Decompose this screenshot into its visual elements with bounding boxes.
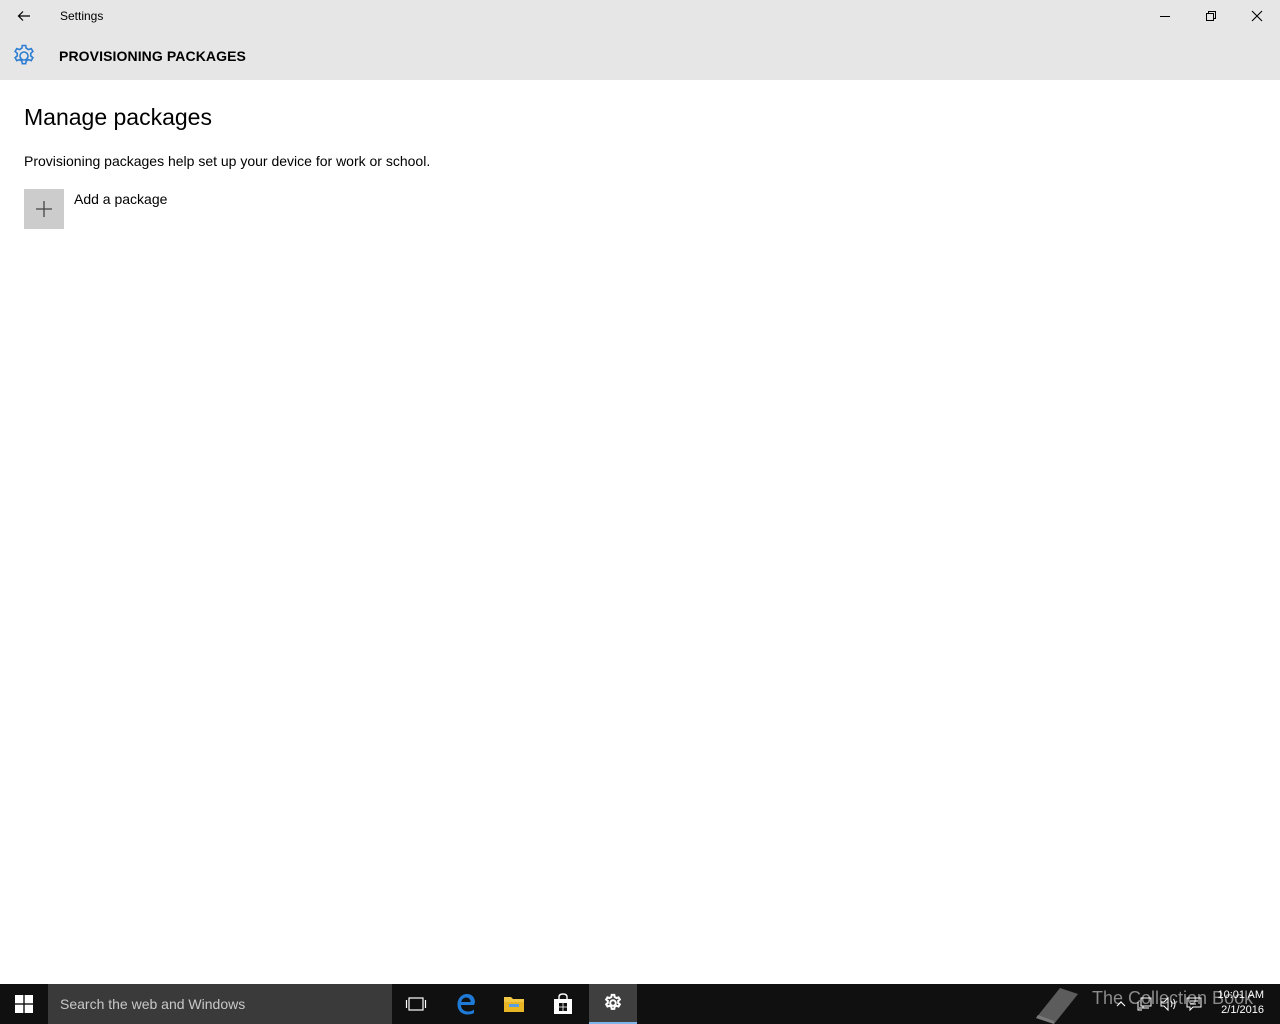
add-package-label: Add a package (74, 191, 168, 207)
file-explorer-button[interactable] (490, 984, 538, 1024)
close-icon (1251, 10, 1263, 22)
page-header: PROVISIONING PACKAGES (0, 32, 1280, 80)
network-icon (1137, 997, 1152, 1011)
show-hidden-icons-button[interactable] (1111, 994, 1131, 1014)
page-description: Provisioning packages help set up your d… (24, 153, 431, 169)
volume-button[interactable] (1159, 994, 1179, 1014)
settings-gear-icon (604, 993, 622, 1010)
clock-time: 10:01 AM (1217, 989, 1264, 1001)
book-watermark-icon (1036, 988, 1078, 1024)
restore-button[interactable] (1188, 0, 1234, 32)
store-icon (554, 993, 572, 1014)
back-arrow-icon (17, 11, 30, 21)
gear-icon (14, 44, 34, 65)
windows-logo-icon (15, 995, 33, 1013)
chevron-up-icon (1116, 1001, 1126, 1007)
volume-icon (1160, 996, 1176, 1012)
settings-window: Settings PROVISIONING PACKAGES Manage pa… (0, 0, 1280, 984)
clock-date: 2/1/2016 (1221, 1004, 1264, 1016)
plus-icon (36, 201, 52, 217)
edge-button[interactable] (442, 984, 490, 1024)
task-view-button[interactable] (392, 984, 440, 1024)
network-button[interactable] (1135, 994, 1155, 1014)
start-button[interactable] (0, 984, 48, 1024)
action-center-button[interactable] (1184, 994, 1204, 1014)
minimize-icon (1160, 16, 1170, 17)
title-bar: Settings (0, 0, 1280, 32)
minimize-button[interactable] (1142, 0, 1188, 32)
add-package-button[interactable]: Add a package (24, 189, 167, 229)
store-button[interactable] (539, 984, 587, 1024)
taskbar: Search the web and Windows The Collectio… (0, 984, 1280, 1024)
page-category-title: PROVISIONING PACKAGES (59, 48, 246, 64)
file-explorer-icon (504, 997, 524, 1012)
add-package-tile[interactable] (24, 189, 64, 229)
action-center-icon (1186, 997, 1202, 1012)
window-title: Settings (60, 9, 104, 23)
back-button[interactable] (0, 0, 48, 32)
edge-icon (457, 994, 475, 1015)
taskbar-clock[interactable]: 10:01 AM 2/1/2016 (1218, 988, 1264, 1018)
taskbar-search-box[interactable]: Search the web and Windows (48, 984, 392, 1024)
settings-taskbar-button[interactable] (589, 984, 637, 1024)
page-title: Manage packages (24, 104, 212, 130)
restore-icon (1206, 11, 1216, 21)
task-view-icon (405, 997, 427, 1011)
search-placeholder: Search the web and Windows (60, 996, 246, 1012)
close-button[interactable] (1234, 0, 1280, 32)
